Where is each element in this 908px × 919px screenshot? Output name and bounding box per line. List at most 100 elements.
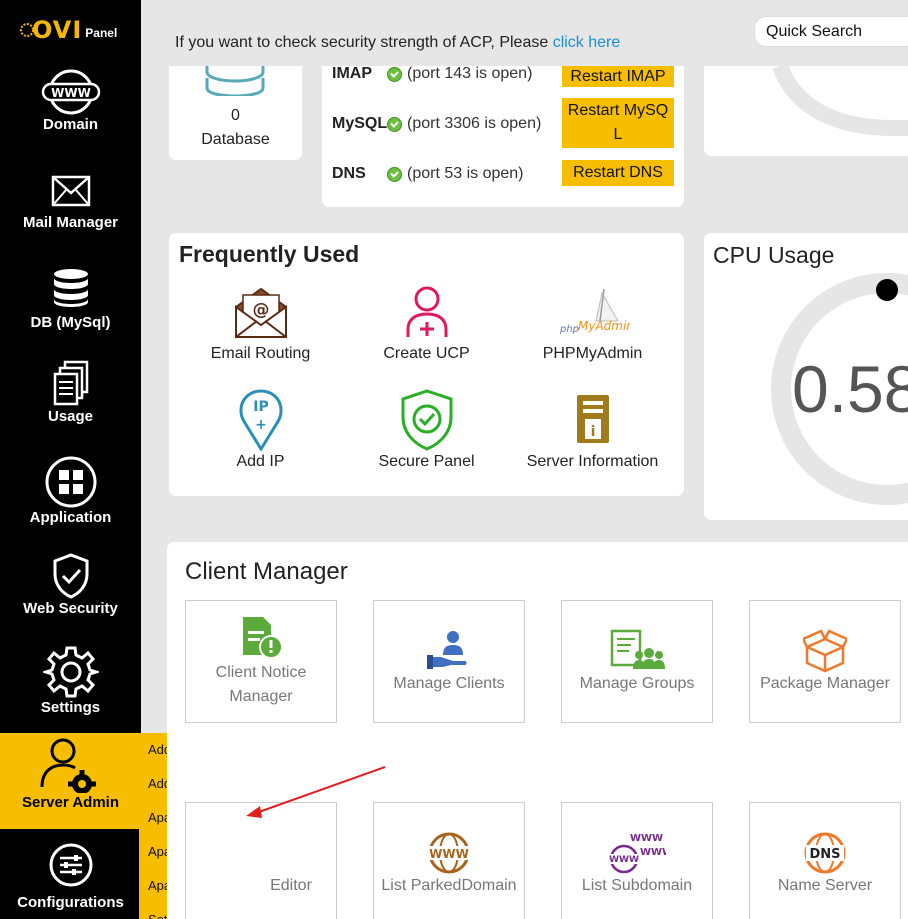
sidebar-item-configurations[interactable]: Configurations: [0, 842, 141, 919]
database-card[interactable]: 0 Database: [169, 66, 302, 160]
sidebar-item-label: Mail Manager: [22, 214, 119, 231]
sidebar-item-label: DB (MySql): [30, 314, 111, 331]
database-icon: [205, 66, 265, 96]
logo-suffix: Panel: [85, 26, 118, 40]
restart-mysql-button[interactable]: Restart MySQ L: [562, 98, 674, 148]
tile-manage-groups[interactable]: Manage Groups: [561, 600, 713, 723]
sidebar-item-label: Domain: [42, 116, 98, 133]
sidebar-item-label: Usage: [47, 408, 94, 425]
sidebar-item-mail-manager[interactable]: Mail Manager: [0, 174, 141, 270]
www-globe-icon: WWW: [428, 832, 470, 874]
ip-icon-text: IP: [253, 399, 268, 415]
database-label: Database: [201, 131, 270, 148]
client-manager-card: Client Manager Client Notice Manager Man…: [167, 542, 908, 919]
cpu-usage-card: CPU Usage 0.58: [704, 233, 908, 520]
envelope-icon: [51, 175, 90, 207]
gear-icon: [42, 646, 99, 698]
restart-dns-button[interactable]: Restart DNS: [562, 160, 674, 186]
service-status: (port 143 is open): [407, 65, 533, 82]
tile-label: Manage Groups: [579, 675, 695, 692]
phpmyadmin-php-text: php: [559, 324, 579, 335]
logo-brand: OVI: [32, 16, 83, 44]
phpmyadmin-myadmin-text: MyAdmin: [578, 319, 630, 333]
fu-secure-panel[interactable]: Secure Panel: [344, 389, 509, 471]
tile-label: Editor: [270, 877, 312, 894]
database-icon: [53, 269, 88, 307]
service-row-dns: DNS (port 53 is open): [332, 165, 524, 183]
fu-item-label: Email Routing: [210, 345, 311, 362]
user-gear-icon: [40, 738, 96, 793]
fu-item-label: Create UCP: [383, 345, 470, 362]
fu-email-routing[interactable]: @ Email Routing: [178, 285, 343, 363]
svg-text:WWW: WWW: [630, 833, 663, 844]
fu-item-label: Add IP: [236, 453, 285, 470]
www-globe-icon: WWW: [41, 69, 100, 115]
create-user-icon: [406, 286, 447, 337]
security-check-link[interactable]: click here: [553, 34, 621, 51]
restart-imap-button[interactable]: Restart IMAP: [562, 66, 674, 87]
dns-icon-text: DNS: [809, 847, 840, 862]
hand-user-icon: [427, 631, 467, 669]
fu-server-information[interactable]: i Server Information: [510, 389, 675, 471]
service-name: IMAP: [332, 65, 372, 82]
svg-text:WWW: WWW: [429, 847, 469, 861]
fu-phpmyadmin[interactable]: php MyAdmin PHPMyAdmin: [510, 285, 675, 363]
fu-item-label: Secure Panel: [378, 453, 475, 470]
svg-text:WWW: WWW: [609, 855, 639, 865]
service-status: (port 53 is open): [407, 165, 524, 182]
status-ok-icon: [387, 66, 402, 82]
security-notice-text: If you want to check security strength o…: [175, 34, 553, 51]
sidebar-item-usage[interactable]: Usage: [0, 360, 141, 456]
svg-text:WWW: WWW: [51, 86, 91, 100]
tile-client-notice-manager[interactable]: Client Notice Manager: [185, 600, 337, 723]
status-ok-icon: [387, 116, 402, 132]
ip-pin-icon: IP +: [238, 389, 283, 451]
svg-text:+: +: [255, 417, 267, 433]
notice-doc-icon: [243, 617, 283, 659]
tile-list-subdomain[interactable]: WWW WWW WWW List Subdomain: [561, 802, 713, 919]
tile-label: Manage Clients: [393, 675, 505, 692]
group-users-icon: [610, 629, 665, 669]
server-info-icon: i: [576, 395, 609, 443]
fu-create-ucp[interactable]: Create UCP: [344, 285, 509, 363]
tile-manage-clients[interactable]: Manage Clients: [373, 600, 525, 723]
phpmyadmin-logo-icon: php MyAdmin: [559, 288, 630, 335]
fu-item-label: Server Information: [526, 453, 659, 470]
sidebar-item-db[interactable]: DB (MySql): [0, 268, 141, 364]
service-row-mysql: MySQL (port 3306 is open): [332, 115, 541, 133]
tile-package-manager[interactable]: Package Manager: [749, 600, 901, 723]
service-status: (port 3306 is open): [407, 115, 542, 132]
sidebar-item-domain[interactable]: WWW Domain: [0, 66, 141, 162]
shield-check-icon: [53, 553, 88, 599]
shield-check-icon: [401, 389, 452, 451]
svg-text:i: i: [590, 424, 595, 440]
fu-item-label: PHPMyAdmin: [542, 345, 643, 362]
documents-icon: [53, 360, 88, 406]
tile-editor[interactable]: Editor: [185, 802, 337, 919]
memory-gauge-card: [704, 66, 908, 156]
sidebar-item-application[interactable]: Application: [0, 455, 141, 551]
tile-list-parked-domain[interactable]: WWW List ParkedDomain: [373, 802, 525, 919]
service-row-imap: IMAP (port 143 is open): [332, 65, 533, 82]
www-multi-icon: WWW WWW WWW: [609, 833, 666, 874]
tile-label: Name Server: [777, 877, 873, 894]
ovipanel-logo[interactable]: OVI Panel: [20, 12, 117, 48]
cpu-usage-value: 0.58: [792, 352, 908, 426]
client-manager-title: Client Manager: [185, 558, 348, 585]
fu-add-ip[interactable]: IP + Add IP: [178, 389, 343, 471]
quick-search-input[interactable]: Quick Search: [754, 16, 908, 47]
security-notice: If you want to check security strength o…: [175, 34, 620, 52]
sidebar-item-web-security[interactable]: Web Security: [0, 552, 141, 648]
svg-text:@: @: [252, 300, 269, 320]
sidebar-item-settings[interactable]: Settings: [0, 645, 141, 741]
tile-label: List Subdomain: [581, 877, 693, 894]
tile-name-server[interactable]: DNS Name Server: [749, 802, 901, 919]
dns-globe-icon: DNS: [804, 832, 846, 874]
package-box-icon: [803, 629, 847, 673]
status-ok-icon: [387, 166, 402, 182]
sidebar-item-label: Server Admin: [22, 794, 119, 811]
tile-label: Client Notice Manager: [215, 664, 307, 705]
cpu-gauge-knob: [876, 279, 898, 301]
tile-label: Package Manager: [760, 675, 890, 692]
frequently-used-card: Frequently Used @ Email Routing Create U…: [169, 233, 684, 496]
